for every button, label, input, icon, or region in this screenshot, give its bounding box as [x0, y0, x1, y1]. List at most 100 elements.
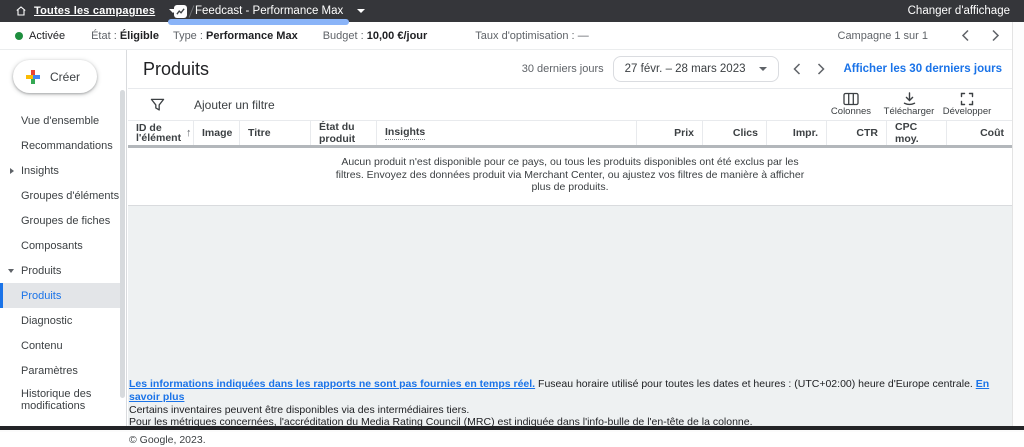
column-header-prix[interactable]: Prix	[637, 121, 703, 145]
left-navigation: Créer Vue d'ensemble Recommandations Ins…	[0, 50, 127, 432]
chevron-right-icon	[10, 168, 14, 174]
footer-line-2: Certains inventaires peuvent être dispon…	[129, 404, 1012, 417]
sidebar-item-composants[interactable]: Composants	[0, 233, 125, 258]
campaign-budget[interactable]: Budget : 10,00 €/jour	[323, 30, 428, 42]
sidebar-item-label: Paramètres	[21, 365, 78, 377]
table-empty-state: Aucun produit n'est disponible pour ce p…	[128, 148, 1012, 201]
column-label: CTR	[856, 127, 878, 139]
chevron-left-icon[interactable]	[954, 28, 976, 44]
sidebar-item-label: Insights	[21, 165, 59, 177]
add-filter-button[interactable]: Ajouter un filtre	[194, 98, 275, 112]
column-header-titre[interactable]: Titre	[240, 121, 311, 145]
all-campaigns-link[interactable]: Toutes les campagnes	[34, 5, 155, 17]
column-label: Titre	[248, 127, 271, 139]
sidebar-item-produits[interactable]: Produits	[0, 283, 125, 308]
chevron-down-icon[interactable]	[357, 9, 365, 13]
column-label: État du produit	[319, 121, 368, 145]
change-display-button[interactable]: Changer d'affichage	[908, 5, 1024, 17]
chevron-down-icon	[759, 67, 767, 71]
sidebar-item-recommandations[interactable]: Recommandations	[0, 133, 125, 158]
sidebar-item-label: Produits	[21, 290, 61, 302]
column-header-insights[interactable]: Insights	[377, 121, 637, 145]
sidebar-item-label: Historique des modifications	[21, 388, 117, 412]
sidebar-item-groupes-de-fiches[interactable]: Groupes de fiches	[0, 208, 125, 233]
sidebar-item-label: Contenu	[21, 340, 63, 352]
column-label: Clics	[733, 127, 758, 139]
column-header-image[interactable]: Image	[194, 121, 240, 145]
chevron-right-icon[interactable]	[984, 28, 1006, 44]
date-range-picker[interactable]: 27 févr. – 28 mars 2023	[613, 56, 780, 82]
sidebar-item-historique[interactable]: Historique des modifications	[0, 383, 125, 417]
column-label: Insights	[385, 126, 425, 140]
sidebar-item-contenu[interactable]: Contenu	[0, 333, 125, 358]
main-content: Produits 30 derniers jours 27 févr. – 28…	[128, 50, 1012, 432]
chevron-down-icon	[8, 269, 14, 273]
pager-text: Campagne 1 sur 1	[838, 30, 929, 42]
download-icon	[902, 92, 917, 106]
status-label: Activée	[29, 30, 65, 42]
show-last-30-days-link[interactable]: Afficher les 30 derniers jours	[843, 63, 1002, 75]
column-label: Image	[202, 127, 232, 139]
create-button-label: Créer	[50, 70, 80, 84]
date-range-label: 30 derniers jours	[522, 63, 604, 75]
budget-value: 10,00 €/jour	[367, 30, 428, 42]
campaign-status[interactable]: Activée	[15, 30, 65, 42]
column-label: Impr.	[793, 127, 818, 139]
column-header-clics[interactable]: Clics	[703, 121, 767, 145]
column-label: Coût	[980, 127, 1004, 139]
date-prev-icon[interactable]	[785, 59, 809, 79]
column-header-ctr[interactable]: CTR	[827, 121, 887, 145]
filter-icon[interactable]	[150, 98, 165, 112]
type-value: Performance Max	[206, 30, 298, 42]
sidebar-item-label: Groupes d'éléments	[21, 190, 119, 202]
products-table-card: Produits 30 derniers jours 27 févr. – 28…	[128, 50, 1012, 206]
create-button[interactable]: Créer	[13, 60, 97, 93]
status-dot-icon	[15, 32, 23, 40]
type-label: Type :	[173, 30, 203, 42]
date-next-icon[interactable]	[809, 59, 833, 79]
expand-button[interactable]: Développer	[938, 92, 996, 117]
table-tools: Colonnes Télécharger	[822, 92, 1012, 117]
sidebar-item-label: Recommandations	[21, 140, 113, 152]
column-label: CPC moy.	[895, 121, 938, 145]
tab-campaign-label: Feedcast - Performance Max	[195, 5, 343, 17]
campaign-status-bar: Activée État : Éligible Type : Performan…	[0, 22, 1024, 50]
campaign-scope-switcher[interactable]: Toutes les campagnes	[0, 5, 192, 18]
column-header-id[interactable]: ID de l'élément ↑	[128, 121, 194, 145]
expand-label: Développer	[943, 106, 992, 117]
column-header-cout[interactable]: Coût	[947, 121, 1012, 145]
columns-label: Colonnes	[831, 106, 871, 117]
report-footer: Les informations indiquées dans les rapp…	[129, 378, 1012, 447]
state-value: Éligible	[120, 30, 159, 42]
column-header-cpc-moy[interactable]: CPC moy.	[887, 121, 947, 145]
page-scrollbar[interactable]	[1012, 22, 1024, 430]
plus-icon	[26, 70, 40, 84]
sidebar-item-label: Vue d'ensemble	[21, 115, 99, 127]
sidebar-item-produits-parent[interactable]: Produits	[0, 258, 125, 283]
realtime-info-link[interactable]: Les informations indiquées dans les rapp…	[129, 378, 535, 390]
timezone-text: Fuseau horaire utilisé pour toutes les d…	[538, 378, 973, 390]
columns-button[interactable]: Colonnes	[822, 92, 880, 117]
page-header: Produits 30 derniers jours 27 févr. – 28…	[128, 50, 1012, 89]
sidebar-scrollbar[interactable]	[120, 90, 125, 398]
column-header-impr[interactable]: Impr.	[767, 121, 827, 145]
optimization-label: Taux d'optimisation :	[475, 30, 574, 42]
sort-ascending-icon[interactable]: ↑	[186, 127, 192, 139]
column-header-etat-produit[interactable]: État du produit	[311, 121, 377, 145]
date-range-value: 27 févr. – 28 mars 2023	[625, 63, 746, 75]
sidebar-item-diagnostic[interactable]: Diagnostic	[0, 308, 125, 333]
column-label: ID de l'élément	[136, 123, 180, 143]
sidebar-item-label: Groupes de fiches	[21, 215, 110, 227]
home-icon	[15, 5, 27, 17]
campaign-state: État : Éligible	[91, 30, 159, 42]
sidebar-item-insights[interactable]: Insights	[0, 158, 125, 183]
column-label: Prix	[674, 127, 694, 139]
sidebar-item-parametres[interactable]: Paramètres	[0, 358, 125, 383]
copyright: © Google, 2023.	[129, 434, 1012, 447]
expand-icon	[960, 92, 974, 106]
sidebar-item-groupes-delements[interactable]: Groupes d'éléments	[0, 183, 125, 208]
state-label: État :	[91, 30, 117, 42]
sidebar-item-vue-densemble[interactable]: Vue d'ensemble	[0, 108, 125, 133]
optimization-score: Taux d'optimisation : —	[475, 30, 588, 42]
download-button[interactable]: Télécharger	[880, 92, 938, 117]
